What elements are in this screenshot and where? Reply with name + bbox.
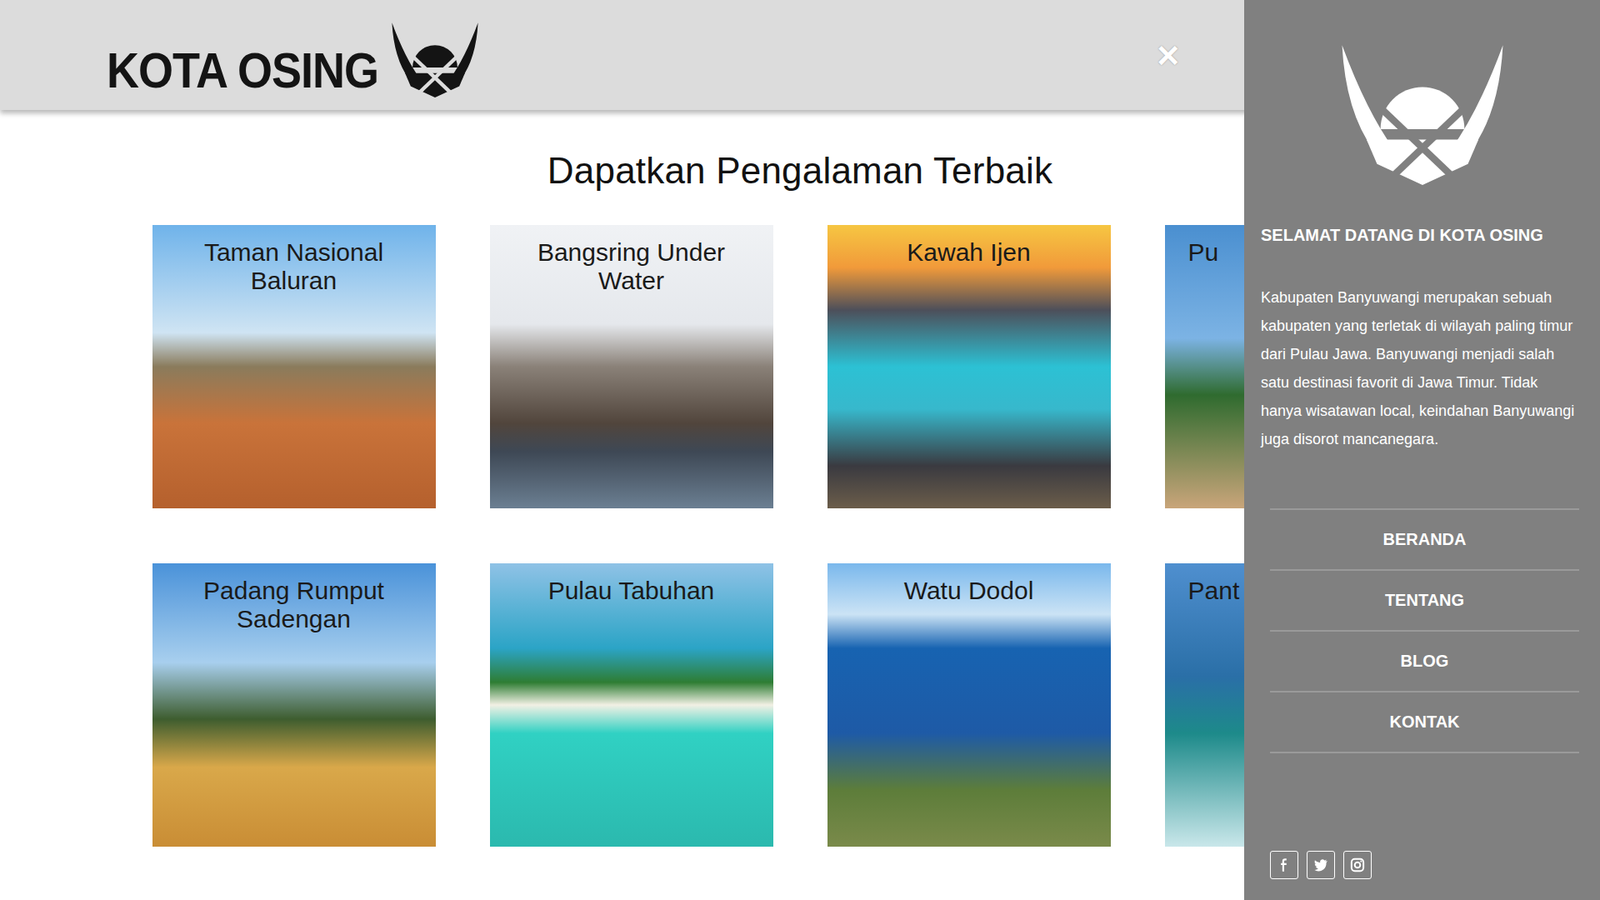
sidebar-nav: BERANDATENTANGBLOGKONTAK <box>1270 508 1580 754</box>
instagram-button[interactable] <box>1343 850 1372 880</box>
card-title: Watu Dodol <box>827 576 1111 605</box>
card-title: Kawah Ijen <box>827 238 1111 267</box>
destination-card[interactable]: Watu Dodol <box>827 563 1111 847</box>
destination-card[interactable]: Padang Rumput Sadengan <box>152 563 436 847</box>
nav-item[interactable]: BLOG <box>1270 630 1580 691</box>
destination-card[interactable]: Taman Nasional Baluran <box>152 225 436 509</box>
instagram-icon <box>1348 855 1367 875</box>
nav-item[interactable]: KONTAK <box>1270 690 1580 752</box>
nav-item[interactable]: TENTANG <box>1270 569 1580 630</box>
sidebar-heading: SELAMAT DATANG DI KOTA OSING <box>1244 225 1600 245</box>
helmet-logo-icon <box>1333 41 1512 185</box>
nav-item[interactable]: BERANDA <box>1270 508 1580 570</box>
twitter-button[interactable] <box>1306 850 1335 880</box>
card-title: Taman Nasional Baluran <box>152 238 436 295</box>
card-title: Padang Rumput Sadengan <box>152 576 436 634</box>
section-title: Dapatkan Pengalaman Terbaik <box>547 148 1053 194</box>
card-title: Bangsring Under Water <box>490 238 774 295</box>
helmet-logo-icon <box>386 20 484 98</box>
sidebar: SELAMAT DATANG DI KOTA OSING Kabupaten Ba… <box>1244 0 1600 900</box>
facebook-button[interactable] <box>1270 850 1299 880</box>
page: KOTA OSING × Dapatkan Pengalaman Terbaik Ta… <box>0 0 1600 900</box>
sidebar-description: Kabupaten Banyuwangi merupakan sebuah ka… <box>1244 283 1600 454</box>
card-title: Pulau Tabuhan <box>490 576 774 605</box>
social-links <box>1244 850 1600 880</box>
destination-card[interactable]: Bangsring Under Water <box>490 225 774 509</box>
facebook-icon <box>1275 855 1294 875</box>
logo[interactable]: KOTA OSING <box>106 12 484 98</box>
destination-card[interactable]: Kawah Ijen <box>827 225 1111 509</box>
logo-text: KOTA OSING <box>106 45 379 100</box>
twitter-icon <box>1311 855 1330 875</box>
close-button[interactable]: × <box>1156 35 1180 75</box>
destination-card[interactable]: Pulau Tabuhan <box>490 563 774 847</box>
